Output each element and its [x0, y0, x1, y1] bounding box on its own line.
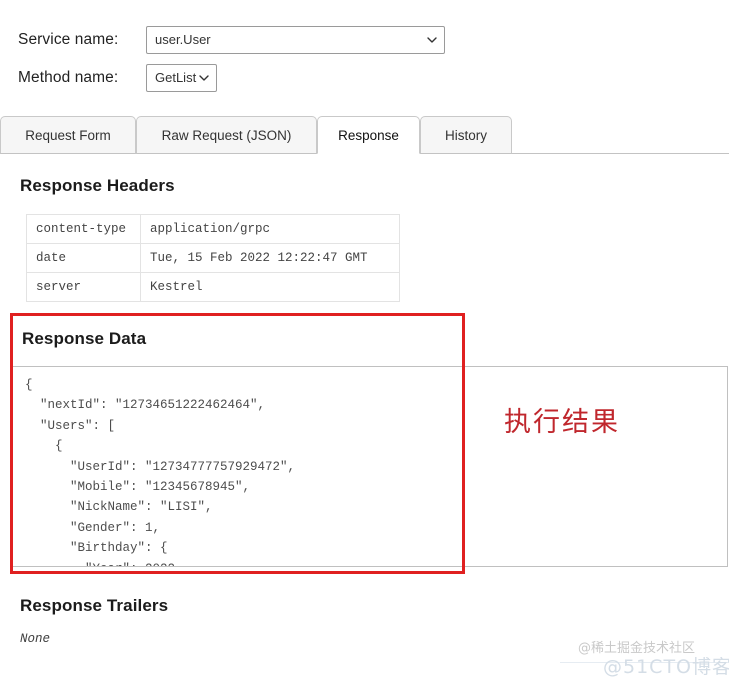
service-name-row: Service name: user.User — [18, 26, 445, 54]
chevron-down-icon — [427, 35, 437, 44]
service-name-label: Service name: — [18, 31, 119, 48]
response-trailers-title: Response Trailers — [20, 596, 169, 615]
tab-request-form[interactable]: Request Form — [0, 116, 136, 154]
header-value: Kestrel — [140, 272, 400, 302]
header-key: content-type — [26, 214, 141, 244]
response-data-title: Response Data — [22, 329, 147, 348]
service-name-select[interactable]: user.User — [146, 26, 445, 54]
tab-bar: Request Form Raw Request (JSON) Response… — [0, 116, 729, 154]
header-value: Tue, 15 Feb 2022 12:22:47 GMT — [140, 243, 400, 273]
response-trailers-value: None — [20, 632, 51, 646]
service-name-value: user.User — [155, 32, 211, 47]
header-value: application/grpc — [140, 214, 400, 244]
headers-table-clip — [0, 302, 729, 314]
table-row: server Kestrel — [26, 272, 400, 302]
header-key: date — [26, 243, 141, 273]
grpc-client-page: Service name: user.User Method name: Get… — [0, 0, 729, 683]
watermark-51cto: @51CTO博客 — [603, 656, 729, 678]
response-headers-title: Response Headers — [20, 176, 175, 195]
table-row: content-type application/grpc — [26, 214, 400, 244]
chevron-down-icon — [199, 73, 209, 82]
method-name-select[interactable]: GetList — [146, 64, 217, 92]
response-data-json: { "nextId": "12734651222462464", "Users"… — [25, 378, 296, 566]
table-row: date Tue, 15 Feb 2022 12:22:47 GMT — [26, 243, 400, 273]
response-headers-table: content-type application/grpc date Tue, … — [26, 214, 400, 302]
method-name-label: Method name: — [18, 69, 119, 86]
tab-raw-request[interactable]: Raw Request (JSON) — [136, 116, 317, 154]
tab-response[interactable]: Response — [317, 116, 420, 154]
method-name-row: Method name: GetList — [18, 64, 217, 92]
method-name-value: GetList — [155, 70, 197, 85]
response-data-code-block[interactable]: { "nextId": "12734651222462464", "Users"… — [10, 366, 728, 567]
annotation-label: 执行结果 — [504, 407, 620, 438]
header-key: server — [26, 272, 141, 302]
tab-history[interactable]: History — [420, 116, 512, 154]
